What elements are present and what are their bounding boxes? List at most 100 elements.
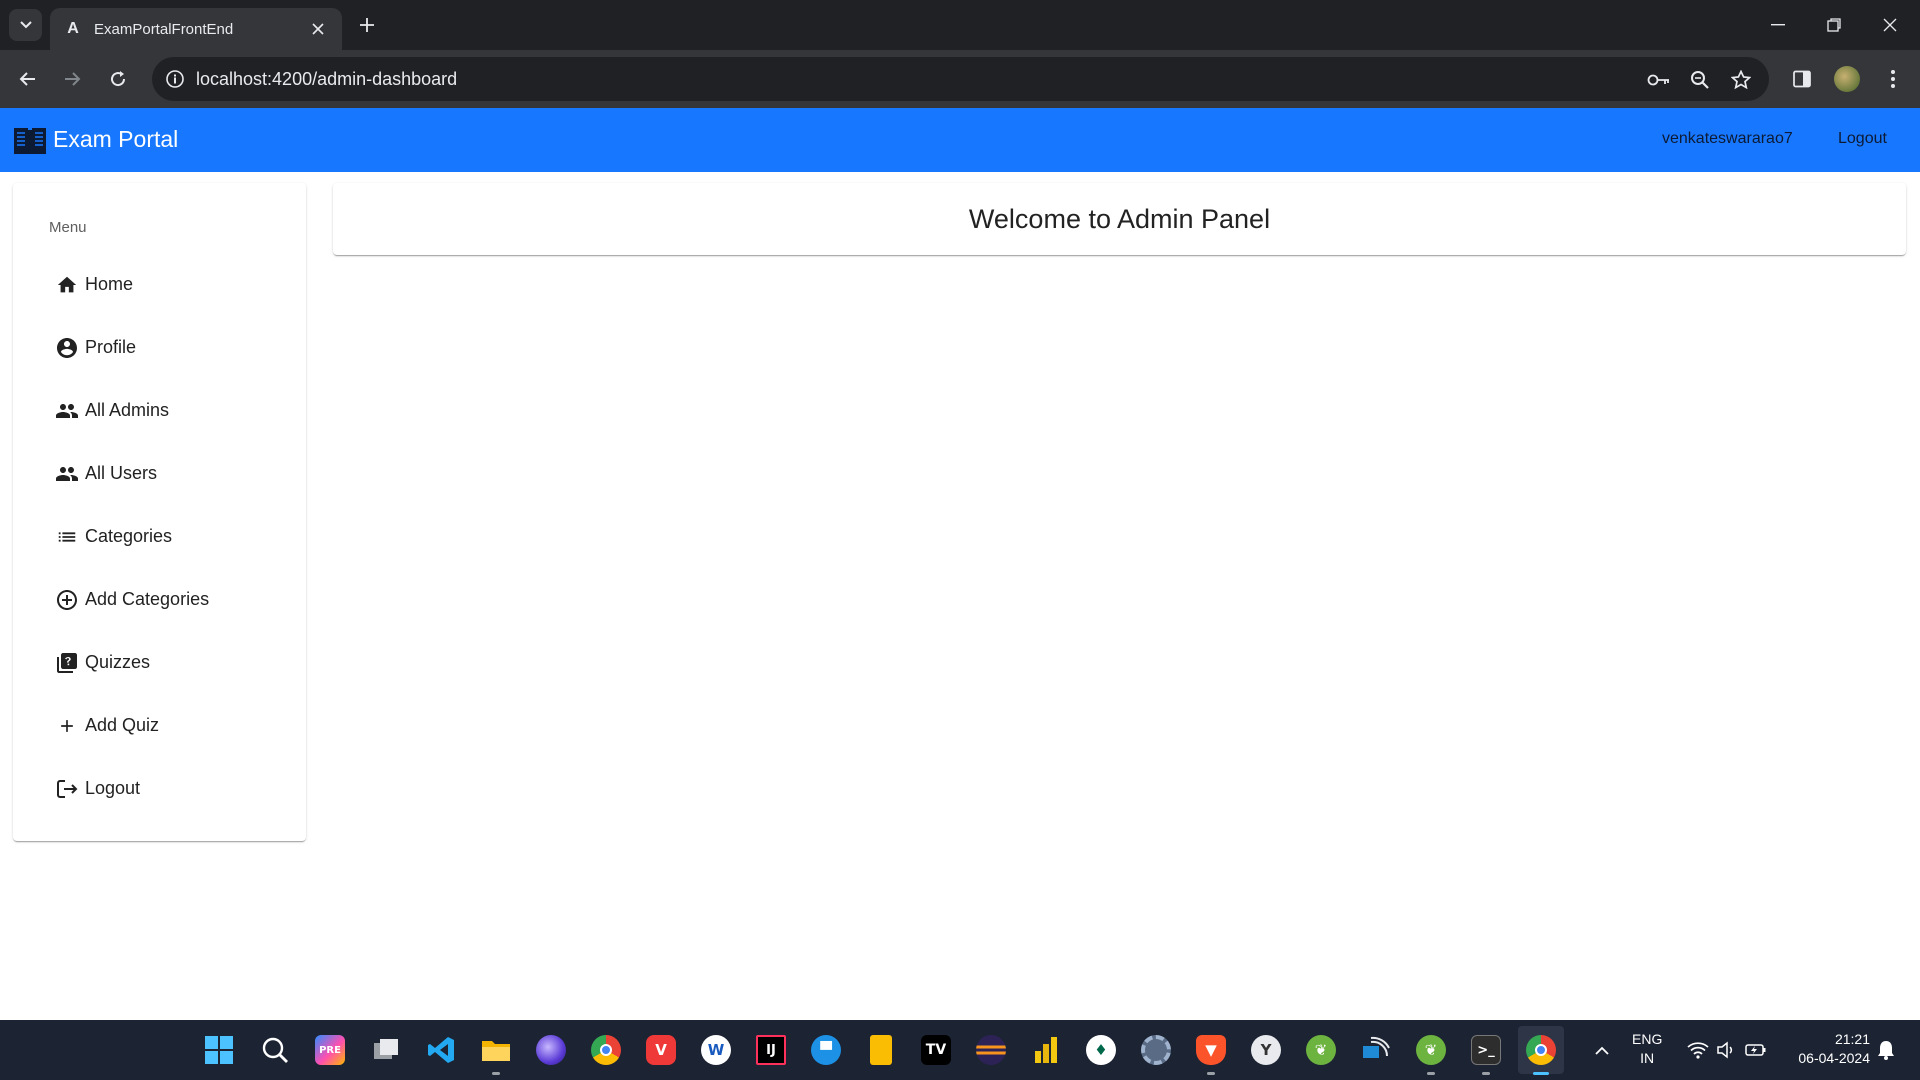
navbar-logout-button[interactable]: Logout — [1824, 128, 1901, 150]
reload-icon — [111, 71, 126, 87]
new-tab-button[interactable] — [354, 12, 380, 38]
sidebar-item-label: Home — [85, 274, 134, 294]
browser-tab-active[interactable]: A ExamPortalFrontEnd — [50, 8, 342, 50]
home-icon — [54, 272, 80, 298]
taskbar-app-chrome-active[interactable] — [1518, 1026, 1564, 1075]
taskbar-app-spring-boot[interactable]: ❦ — [1413, 1032, 1449, 1075]
bookmark-star-icon[interactable] — [1728, 67, 1754, 93]
chrome-icon — [1526, 1035, 1556, 1065]
start-button[interactable] — [201, 1032, 237, 1068]
taskbar-task-view[interactable] — [368, 1032, 404, 1068]
page-title: Welcome to Admin Panel — [968, 203, 1271, 234]
sidebar-item-categories[interactable]: Categories — [13, 505, 306, 568]
wifi-icon[interactable] — [1686, 1038, 1710, 1062]
region-label: IN — [1640, 1050, 1655, 1066]
taskbar-app-chrome[interactable] — [588, 1032, 624, 1068]
clock-date: 06-04-2024 — [1798, 1050, 1870, 1066]
search-icon — [262, 1037, 288, 1063]
browser-tabstrip: A ExamPortalFrontEnd — [0, 0, 1920, 50]
sidebar-menu: Menu Home Profile All Admins All Users C… — [13, 183, 306, 841]
taskbar-app-eclipse[interactable] — [973, 1032, 1009, 1068]
sidebar-item-home[interactable]: Home — [13, 253, 306, 316]
terminal-icon: >_ — [1471, 1035, 1501, 1065]
tab-search-button[interactable] — [9, 9, 42, 41]
side-panel-icon[interactable] — [1787, 64, 1817, 94]
password-key-icon[interactable] — [1646, 67, 1672, 93]
account-circle-icon — [54, 335, 80, 361]
sidebar-item-label: All Admins — [85, 400, 170, 420]
profile-avatar[interactable] — [1832, 64, 1862, 94]
address-bar[interactable]: localhost:4200/admin-dashboard — [152, 57, 1769, 101]
windows-taskbar: PRE V W IJ ▀ TV ♦ ▼ Y ❦ ❦ >_ ENG IN 21:2… — [0, 1020, 1920, 1080]
taskbar-app-file-explorer[interactable] — [478, 1032, 514, 1075]
zoom-icon[interactable] — [1687, 67, 1713, 93]
taskbar-app-remote-desktop[interactable] — [1358, 1032, 1394, 1068]
power-bi-icon — [1035, 1037, 1057, 1063]
chrome-icon — [591, 1035, 621, 1065]
mongodb-icon: ♦ — [1086, 1035, 1116, 1065]
close-window-button[interactable] — [1862, 0, 1918, 50]
clock-time: 21:21 — [1834, 1031, 1870, 1047]
sidebar-item-logout[interactable]: Logout — [13, 757, 306, 820]
menu-heading: Menu — [49, 219, 87, 236]
taskbar-app-clock[interactable]: Y — [1248, 1032, 1284, 1068]
site-info-icon[interactable] — [162, 66, 188, 92]
language-indicator[interactable]: ENG IN — [1632, 1030, 1662, 1068]
taskbar-app-vscode[interactable] — [423, 1032, 459, 1068]
docker-icon: ▀ — [811, 1035, 841, 1065]
taskbar-search-button[interactable] — [257, 1032, 293, 1068]
sidebar-item-label: Logout — [85, 778, 141, 798]
people-icon — [54, 398, 80, 424]
taskbar-app-keep[interactable] — [863, 1032, 899, 1068]
language-label: ENG — [1632, 1031, 1663, 1047]
brave-icon: ▼ — [1196, 1035, 1226, 1065]
brand-title[interactable]: Exam Portal — [53, 126, 178, 153]
taskbar-app-word[interactable]: W — [698, 1032, 734, 1068]
sidebar-item-profile[interactable]: Profile — [13, 316, 306, 379]
list-icon — [54, 524, 80, 550]
quiz-icon — [54, 650, 80, 676]
sidebar-item-all-users[interactable]: All Users — [13, 442, 306, 505]
arrow-left-icon — [19, 72, 35, 86]
eclipse-icon — [976, 1035, 1006, 1065]
keep-icon — [870, 1035, 892, 1065]
battery-icon[interactable] — [1744, 1038, 1768, 1062]
volume-icon[interactable] — [1714, 1038, 1738, 1062]
chevron-down-icon — [19, 21, 32, 29]
taskbar-app-firefox-dev[interactable] — [533, 1032, 569, 1068]
taskbar-app-intellij[interactable]: IJ — [753, 1032, 789, 1068]
taskbar-app-settings[interactable] — [1138, 1032, 1174, 1068]
browser-menu-icon[interactable] — [1878, 64, 1908, 94]
username-link[interactable]: venkateswararao7 — [1648, 128, 1807, 150]
clock-icon: Y — [1251, 1035, 1281, 1065]
spring-icon: ❦ — [1306, 1035, 1336, 1065]
taskbar-app-spring-tool[interactable]: ❦ — [1303, 1032, 1339, 1068]
notification-bell-icon[interactable] — [1874, 1038, 1898, 1062]
taskbar-app-docker[interactable]: ▀ — [808, 1032, 844, 1068]
restore-button[interactable] — [1806, 0, 1862, 50]
taskbar-app-power-bi[interactable] — [1028, 1032, 1064, 1068]
taskbar-clock[interactable]: 21:21 06-04-2024 — [1778, 1030, 1870, 1068]
tray-overflow-chevron-icon[interactable] — [1588, 1038, 1616, 1062]
minimize-button[interactable] — [1750, 0, 1806, 50]
app-navbar: Exam Portal venkateswararao7 Logout — [0, 108, 1920, 172]
close-tab-icon[interactable] — [308, 19, 328, 39]
back-button[interactable] — [13, 64, 43, 94]
taskbar-app-terminal[interactable]: >_ — [1468, 1032, 1504, 1075]
sidebar-item-label: Add Categories — [85, 589, 210, 609]
taskbar-app-mongodb-compass[interactable]: ♦ — [1083, 1032, 1119, 1068]
browser-toolbar: localhost:4200/admin-dashboard — [0, 50, 1920, 108]
taskbar-app-copilot[interactable]: PRE — [312, 1032, 348, 1068]
taskbar-app-tradingview[interactable]: TV — [918, 1032, 954, 1068]
reload-button[interactable] — [103, 64, 133, 94]
sidebar-item-all-admins[interactable]: All Admins — [13, 379, 306, 442]
taskbar-app-vivaldi[interactable]: V — [643, 1032, 679, 1068]
sidebar-item-add-categories[interactable]: Add Categories — [13, 568, 306, 631]
folder-icon — [482, 1041, 510, 1061]
taskbar-app-brave[interactable]: ▼ — [1193, 1032, 1229, 1075]
logout-icon — [54, 776, 80, 802]
add-circle-icon — [54, 587, 80, 613]
forward-button[interactable] — [57, 64, 87, 94]
sidebar-item-quizzes[interactable]: Quizzes — [13, 631, 306, 694]
sidebar-item-add-quiz[interactable]: Add Quiz — [13, 694, 306, 757]
